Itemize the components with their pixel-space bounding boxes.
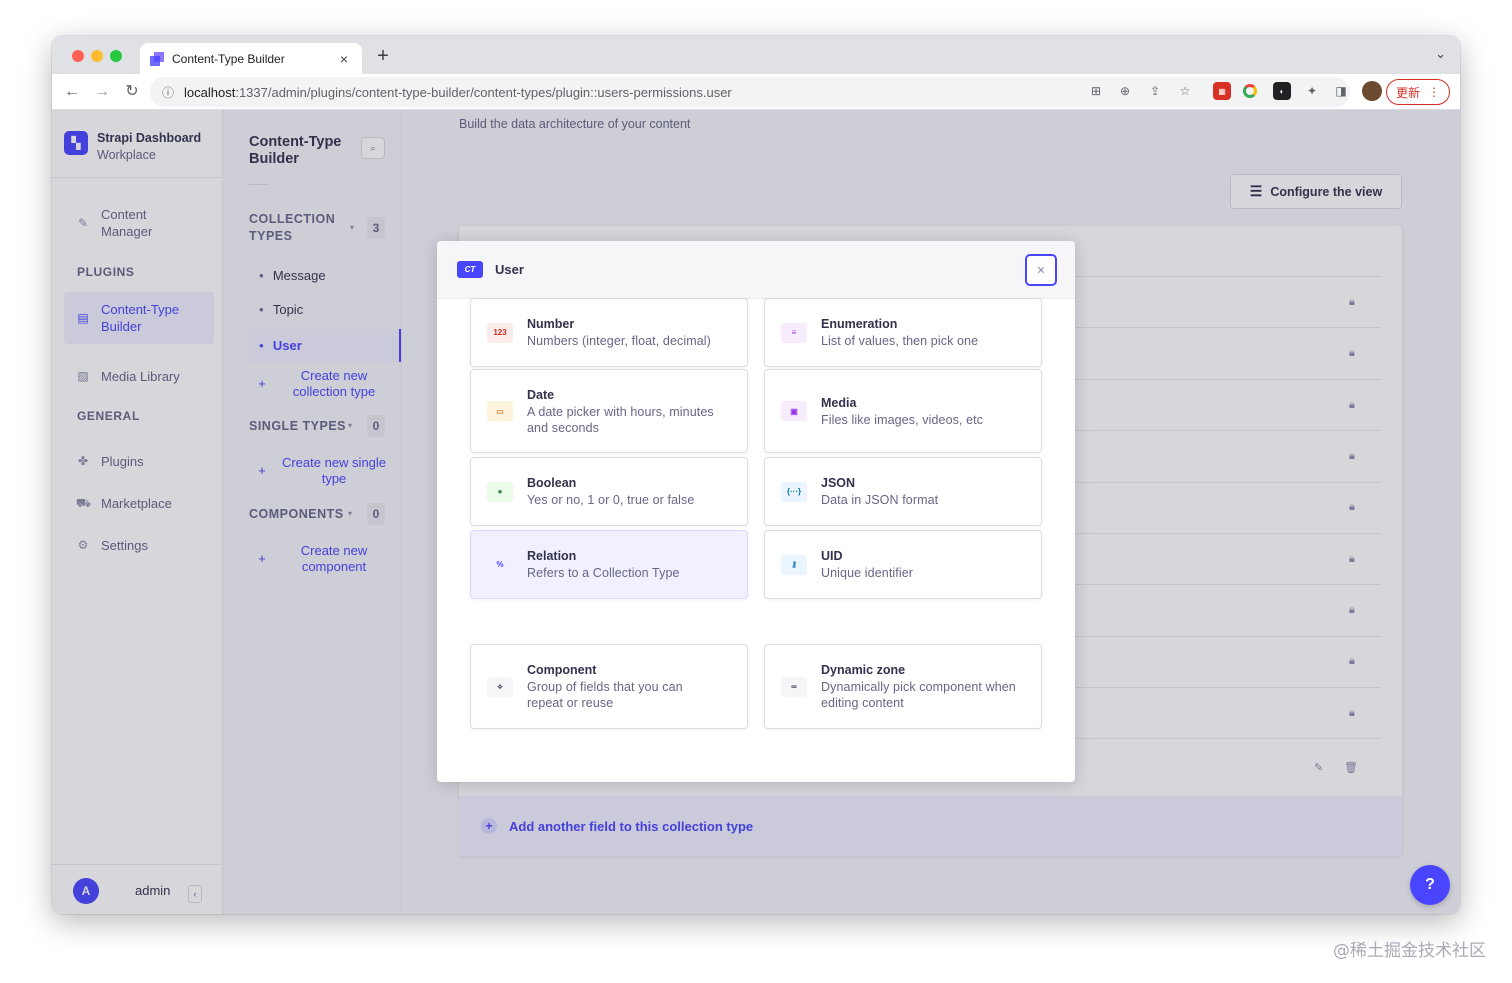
update-button[interactable]: 更新 ⋮ xyxy=(1386,79,1450,105)
field-type-description: Refers to a Collection Type xyxy=(527,566,680,580)
field-type-text: Date A date picker with hours, minutes an… xyxy=(527,387,714,436)
side-panel-icon[interactable]: ◨ xyxy=(1332,82,1350,100)
field-type-text: Boolean Yes or no, 1 or 0, true or false xyxy=(527,475,694,508)
collection-type-badge: CT xyxy=(457,261,483,278)
field-type-text: Media Files like images, videos, etc xyxy=(821,395,983,428)
close-window-button[interactable] xyxy=(72,50,84,62)
site-info-icon[interactable]: ⓘ xyxy=(162,84,174,101)
boolean-icon: ● xyxy=(487,481,513,502)
field-type-text: Number Numbers (integer, float, decimal) xyxy=(527,316,711,349)
browser-tab[interactable]: Content-Type Builder × xyxy=(140,43,362,74)
field-type-description: Files like images, videos, etc xyxy=(821,412,984,427)
extension-red-icon[interactable]: ▦ xyxy=(1213,82,1231,100)
field-type-card-uid[interactable]: ⚷ UID Unique identifier xyxy=(764,530,1042,599)
field-type-text: Relation Refers to a Collection Type xyxy=(527,548,680,581)
uid-icon: ⚷ xyxy=(781,554,807,575)
dynamic-zone-icon: ∞ xyxy=(781,676,807,697)
json-icon: {···} xyxy=(781,481,807,502)
field-type-text: UID Unique identifier xyxy=(821,548,913,581)
strapi-favicon-icon xyxy=(150,51,164,66)
tab-bar: Content-Type Builder × + ⌄ xyxy=(52,36,1460,74)
extensions-puzzle-icon[interactable]: ✦ xyxy=(1303,82,1321,100)
browser-window: Content-Type Builder × + ⌄ ← → ↻ ⓘ local… xyxy=(52,36,1460,914)
minimize-window-button[interactable] xyxy=(91,50,103,62)
field-type-title: UID xyxy=(821,549,843,563)
forward-icon[interactable]: → xyxy=(92,82,112,102)
url-path: :1337/admin/plugins/content-type-builder… xyxy=(235,84,732,100)
update-label: 更新 xyxy=(1395,85,1420,100)
field-type-card-number[interactable]: 123 Number Numbers (integer, float, decima… xyxy=(470,298,748,367)
field-type-card-boolean[interactable]: ● Boolean Yes or no, 1 or 0, true or false xyxy=(470,457,748,526)
field-type-title: Boolean xyxy=(527,476,577,490)
translate-icon[interactable]: ⊞ xyxy=(1087,82,1105,100)
field-type-title: Enumeration xyxy=(821,317,898,331)
more-menu-icon[interactable]: ⋮ xyxy=(1428,85,1440,99)
extension-chrome-icon[interactable] xyxy=(1243,84,1257,98)
maximize-window-button[interactable] xyxy=(110,50,122,62)
tab-close-icon[interactable]: × xyxy=(336,51,352,67)
back-icon[interactable]: ← xyxy=(62,82,82,102)
field-type-text: Dynamic zone Dynamically pick component w… xyxy=(821,662,1016,711)
bookmark-star-icon[interactable]: ☆ xyxy=(1176,82,1194,100)
field-type-title: JSON xyxy=(821,476,856,490)
field-type-title: Relation xyxy=(527,549,577,563)
field-type-description: Dynamically pick component when editing … xyxy=(821,680,1016,710)
field-type-description: Unique identifier xyxy=(821,566,914,580)
watermark: @稀土掘金技术社区 xyxy=(1333,941,1486,961)
field-type-card-dynamic-zone[interactable]: ∞ Dynamic zone Dynamically pick component … xyxy=(764,644,1042,729)
field-type-text: Enumeration List of values, then pick one xyxy=(821,316,978,349)
number-icon: 123 xyxy=(487,322,513,343)
new-tab-icon[interactable]: + xyxy=(372,45,394,67)
share-icon[interactable]: ⇪ xyxy=(1146,82,1164,100)
field-type-title: Number xyxy=(527,317,575,331)
media-icon: ▣ xyxy=(781,401,807,421)
address-bar[interactable]: ⓘ localhost:1337/admin/plugins/content-t… xyxy=(150,77,1350,107)
close-icon[interactable]: ✕ xyxy=(1025,254,1057,286)
component-icon: ⟡ xyxy=(487,676,513,697)
field-type-card-media[interactable]: ▣ Media Files like images, videos, etc xyxy=(764,369,1042,453)
date-icon: ▭ xyxy=(487,401,513,421)
relation-icon: % xyxy=(487,554,513,575)
url-text: localhost:1337/admin/plugins/content-typ… xyxy=(184,85,732,100)
field-type-card-enumeration[interactable]: ≡ Enumeration List of values, then pick on… xyxy=(764,298,1042,367)
field-type-description: Yes or no, 1 or 0, true or false xyxy=(527,493,695,507)
field-type-title: Dynamic zone xyxy=(821,663,906,677)
reload-icon[interactable]: ↻ xyxy=(122,82,142,102)
enumeration-icon: ≡ xyxy=(781,322,807,343)
field-type-description: List of values, then pick one xyxy=(821,334,979,348)
tab-search-chevron-icon[interactable]: ⌄ xyxy=(1435,46,1446,62)
field-type-description: Data in JSON format xyxy=(821,493,939,507)
modal-title: User xyxy=(495,262,524,277)
field-type-title: Date xyxy=(527,387,555,402)
field-type-description: Group of fields that you can repeat or r… xyxy=(527,680,683,710)
tab-title: Content-Type Builder xyxy=(172,51,285,66)
field-type-modal: CT User ✕ 123 Number Numbers (integer, flo… xyxy=(437,241,1075,782)
modal-header: CT User ✕ xyxy=(437,241,1075,299)
field-type-text: Component Group of fields that you can re… xyxy=(527,662,683,711)
field-type-description: Numbers (integer, float, decimal) xyxy=(527,334,711,348)
field-type-text: JSON Data in JSON format xyxy=(821,475,938,508)
field-type-description: A date picker with hours, minutes and se… xyxy=(527,404,714,435)
help-button[interactable]: ? xyxy=(1410,865,1450,905)
field-type-card-json[interactable]: {···} JSON Data in JSON format xyxy=(764,457,1042,526)
field-type-title: Component xyxy=(527,663,597,677)
profile-avatar[interactable] xyxy=(1362,81,1382,101)
field-type-title: Media xyxy=(821,395,857,410)
field-type-card-date[interactable]: ▭ Date A date picker with hours, minutes a… xyxy=(470,369,748,453)
field-type-card-component[interactable]: ⟡ Component Group of fields that you can r… xyxy=(470,644,748,729)
browser-toolbar: ← → ↻ ⓘ localhost:1337/admin/plugins/con… xyxy=(52,74,1460,110)
url-host: localhost xyxy=(184,84,236,100)
extension-dark-icon[interactable]: ◐ xyxy=(1273,82,1291,100)
field-type-card-relation[interactable]: % Relation Refers to a Collection Type xyxy=(470,530,748,599)
zoom-icon[interactable]: ⊕ xyxy=(1116,82,1134,100)
